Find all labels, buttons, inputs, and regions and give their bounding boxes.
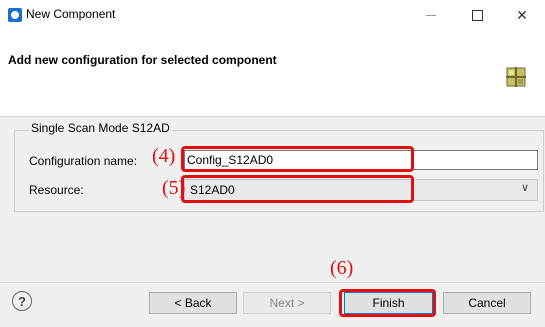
back-button[interactable]: < Back [149, 292, 237, 314]
highlight-box-5 [181, 175, 414, 203]
window-title: New Component [26, 7, 116, 21]
app-icon [8, 8, 22, 22]
group-label: Single Scan Mode S12AD [29, 121, 172, 135]
wizard-header [0, 30, 545, 117]
callout-number-4: (4) [152, 145, 176, 167]
header-title: Add new configuration for selected compo… [8, 53, 277, 67]
maximize-button[interactable] [454, 0, 500, 30]
highlight-box-6 [339, 289, 436, 317]
cancel-button[interactable]: Cancel [443, 292, 531, 314]
help-button[interactable]: ? [12, 291, 32, 311]
maximize-icon [471, 9, 483, 21]
callout-number-5: (5) [162, 177, 186, 199]
minimize-icon [426, 14, 436, 16]
callout-number-6: (6) [330, 257, 354, 279]
close-button[interactable]: ✕ [499, 0, 545, 30]
next-button[interactable]: Next > [243, 292, 331, 314]
component-grid-icon [506, 67, 526, 87]
footer-divider [0, 282, 545, 283]
help-icon: ? [18, 293, 26, 309]
configuration-name-label: Configuration name: [29, 154, 138, 168]
minimize-button[interactable] [408, 0, 454, 30]
close-icon: ✕ [516, 6, 528, 23]
chevron-down-icon: ∨ [521, 182, 530, 194]
highlight-box-4 [181, 146, 414, 172]
resource-label: Resource: [29, 183, 84, 197]
